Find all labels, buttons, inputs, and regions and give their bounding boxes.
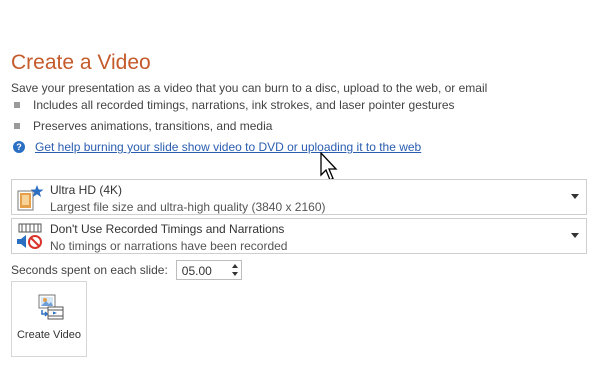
ultra-hd-icon [15, 182, 45, 212]
bullet-item: Includes all recorded timings, narration… [14, 98, 455, 112]
create-video-button[interactable]: Create Video [11, 281, 87, 357]
page-title: Create a Video [11, 51, 151, 74]
help-row: ? Get help burning your slide show video… [13, 140, 421, 154]
no-narration-icon [15, 221, 45, 251]
bullet-icon [14, 102, 20, 108]
mouse-cursor-icon [320, 151, 338, 182]
quality-title: Ultra HD (4K) [50, 183, 123, 197]
bullet-icon [14, 123, 20, 129]
chevron-down-icon[interactable] [571, 233, 579, 238]
seconds-stepper[interactable]: 05.00 [175, 260, 242, 280]
timings-title: Don't Use Recorded Timings and Narration… [50, 222, 285, 236]
spin-down-icon[interactable] [231, 272, 238, 276]
create-video-label: Create Video [16, 329, 81, 341]
seconds-label: Seconds spent on each slide: [11, 263, 168, 277]
page-subtitle: Save your presentation as a video that y… [11, 81, 488, 95]
help-link[interactable]: Get help burning your slide show video t… [35, 140, 421, 154]
quality-dropdown[interactable]: Ultra HD (4K) Largest file size and ultr… [11, 179, 587, 215]
create-video-icon [36, 292, 66, 322]
timings-dropdown[interactable]: Don't Use Recorded Timings and Narration… [11, 218, 587, 254]
bullet-text: Preserves animations, transitions, and m… [33, 119, 273, 133]
seconds-value[interactable]: 05.00 [182, 264, 212, 278]
timings-description: No timings or narrations have been recor… [50, 239, 288, 253]
bullet-item: Preserves animations, transitions, and m… [14, 119, 272, 133]
seconds-row: Seconds spent on each slide: 05.00 [11, 260, 242, 280]
quality-description: Largest file size and ultra-high quality… [50, 200, 326, 214]
bullet-text: Includes all recorded timings, narration… [33, 98, 455, 112]
spin-up-icon[interactable] [231, 264, 238, 268]
help-icon: ? [13, 141, 25, 153]
chevron-down-icon[interactable] [571, 194, 579, 199]
